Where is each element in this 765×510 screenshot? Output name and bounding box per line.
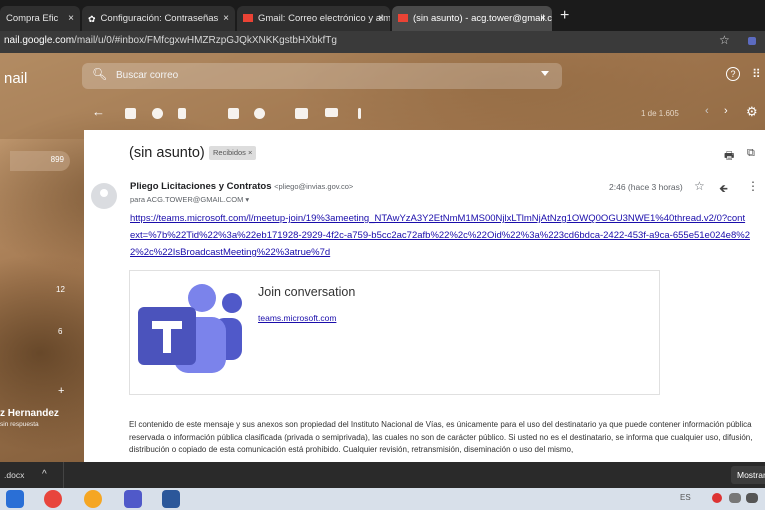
message-subject: (sin asunto) bbox=[129, 145, 205, 161]
close-icon[interactable]: × bbox=[68, 6, 74, 31]
delete-icon[interactable] bbox=[178, 108, 186, 119]
back-arrow-icon[interactable]: ← bbox=[92, 104, 105, 119]
star-icon[interactable]: ☆ bbox=[694, 179, 705, 193]
chrome-profile-icon[interactable] bbox=[84, 490, 102, 508]
sender-line: Pliego Licitaciones y Contratos <pliego@… bbox=[130, 181, 353, 192]
gmail-logo[interactable]: nail bbox=[4, 70, 27, 87]
print-icon[interactable]: 🖶 bbox=[724, 147, 734, 166]
gmail-icon bbox=[243, 14, 253, 22]
message-time: 2:46 (hace 3 horas) bbox=[609, 182, 683, 192]
chrome-icon[interactable] bbox=[44, 490, 62, 508]
archive-icon[interactable] bbox=[125, 108, 136, 119]
label-icon[interactable] bbox=[325, 108, 338, 117]
reply-icon[interactable]: 🡸 bbox=[719, 180, 728, 199]
mark-unread-icon[interactable] bbox=[228, 108, 239, 119]
search-options-chevron-down-icon[interactable] bbox=[541, 71, 549, 76]
sidebar-item-inbox[interactable]: 899 bbox=[10, 151, 70, 171]
address-bar[interactable]: nail.google.com/mail/u/0/#inbox/FMfcgxwH… bbox=[0, 31, 765, 53]
bookmark-star-icon[interactable]: ☆ bbox=[719, 33, 730, 47]
apps-grid-icon[interactable]: ⠿ bbox=[752, 67, 761, 81]
search-placeholder: Buscar correo bbox=[116, 70, 179, 81]
help-icon[interactable]: ? bbox=[726, 67, 740, 81]
sidebar-count: 6 bbox=[58, 327, 63, 336]
downloads-bar: .docx ^ Mostrar bbox=[0, 462, 765, 488]
tab-label: Compra Efic bbox=[6, 13, 59, 24]
recipient-details[interactable]: para ACG.TOWER@GMAIL.COM ▾ bbox=[130, 195, 249, 204]
more-options-icon[interactable]: ⋮ bbox=[747, 179, 759, 193]
legal-disclaimer: El contenido de este mensaje y sus anexo… bbox=[129, 420, 753, 454]
windows-taskbar: ES bbox=[0, 488, 765, 510]
sender-name[interactable]: Pliego Licitaciones y Contratos bbox=[130, 181, 271, 192]
next-page-button[interactable]: › bbox=[724, 105, 728, 117]
sender-avatar[interactable] bbox=[91, 183, 117, 209]
url-text[interactable]: nail.google.com/mail/u/0/#inbox/FMfcgxwH… bbox=[4, 35, 337, 46]
previous-page-button[interactable]: ‹ bbox=[705, 105, 709, 117]
search-icon[interactable]: 🔍︎ bbox=[92, 67, 107, 81]
download-filename: .docx bbox=[4, 470, 25, 480]
report-spam-icon[interactable] bbox=[152, 108, 163, 119]
browser-tab-bar: Compra Efic × ✿ Configuración: Contraseña… bbox=[0, 0, 765, 31]
url-path: /mail/u/0/#inbox/FMfcgxwHMZRzpGJQkXNKKgs… bbox=[74, 35, 337, 46]
close-icon[interactable]: × bbox=[540, 6, 546, 31]
volume-icon[interactable] bbox=[746, 493, 758, 503]
microsoft-teams-logo-icon bbox=[138, 284, 242, 373]
show-all-button[interactable]: Mostrar bbox=[731, 466, 765, 484]
gear-icon: ✿ bbox=[88, 14, 96, 24]
hangouts-contact[interactable]: z Hernandez sin respuesta bbox=[0, 408, 59, 430]
tab-sin-asunto[interactable]: (sin asunto) - acg.tower@gmail.c × bbox=[392, 6, 552, 31]
inbox-count-badge: 899 bbox=[50, 155, 64, 164]
add-contact-button[interactable]: + bbox=[58, 385, 64, 397]
teams-icon[interactable] bbox=[124, 490, 142, 508]
tab-compra[interactable]: Compra Efic × bbox=[0, 6, 80, 31]
url-host: nail.google.com bbox=[4, 35, 75, 46]
tab-gmail[interactable]: Gmail: Correo electrónico y alma × bbox=[237, 6, 390, 31]
new-tab-button[interactable]: + bbox=[560, 6, 569, 26]
tab-label: Configuración: Contraseñas bbox=[100, 13, 219, 24]
tab-label: (sin asunto) - acg.tower@gmail.c bbox=[413, 13, 552, 24]
tab-configuracion[interactable]: ✿ Configuración: Contraseñas × bbox=[82, 6, 235, 31]
move-to-icon[interactable] bbox=[295, 108, 308, 119]
screen: Compra Efic × ✿ Configuración: Contraseña… bbox=[0, 0, 765, 510]
download-menu-chevron-up-icon[interactable]: ^ bbox=[42, 462, 47, 488]
network-icon[interactable] bbox=[729, 493, 741, 503]
settings-gear-icon[interactable]: ⚙ bbox=[746, 104, 758, 120]
word-icon[interactable] bbox=[162, 490, 180, 508]
page-counter: 1 de 1.605 bbox=[641, 109, 679, 118]
open-in-new-window-icon[interactable]: ⧉ bbox=[747, 147, 755, 160]
contact-status: sin respuesta bbox=[0, 421, 39, 428]
inbox-label-chip[interactable]: Recibidos × bbox=[209, 146, 257, 160]
gmail-icon bbox=[398, 14, 408, 22]
close-icon[interactable]: × bbox=[223, 6, 229, 31]
card-link[interactable]: teams.microsoft.com bbox=[258, 313, 336, 323]
contact-name: z Hernandez bbox=[0, 408, 59, 419]
meeting-link[interactable]: https://teams.microsoft.com/l/meetup-joi… bbox=[130, 210, 750, 261]
language-indicator[interactable]: ES bbox=[680, 493, 691, 502]
extension-icon[interactable] bbox=[748, 37, 756, 45]
snooze-icon[interactable] bbox=[254, 108, 265, 119]
more-icon[interactable] bbox=[358, 108, 361, 119]
download-item[interactable]: .docx bbox=[0, 462, 64, 488]
notification-icon[interactable] bbox=[712, 493, 722, 503]
tab-label: Gmail: Correo electrónico y alma bbox=[258, 13, 390, 24]
close-icon[interactable]: × bbox=[378, 6, 384, 31]
sender-email: <pliego@invias.gov.co> bbox=[274, 182, 354, 191]
card-title[interactable]: Join conversation bbox=[258, 285, 355, 299]
sidebar-count: 12 bbox=[56, 285, 65, 294]
app-icon[interactable] bbox=[6, 490, 24, 508]
